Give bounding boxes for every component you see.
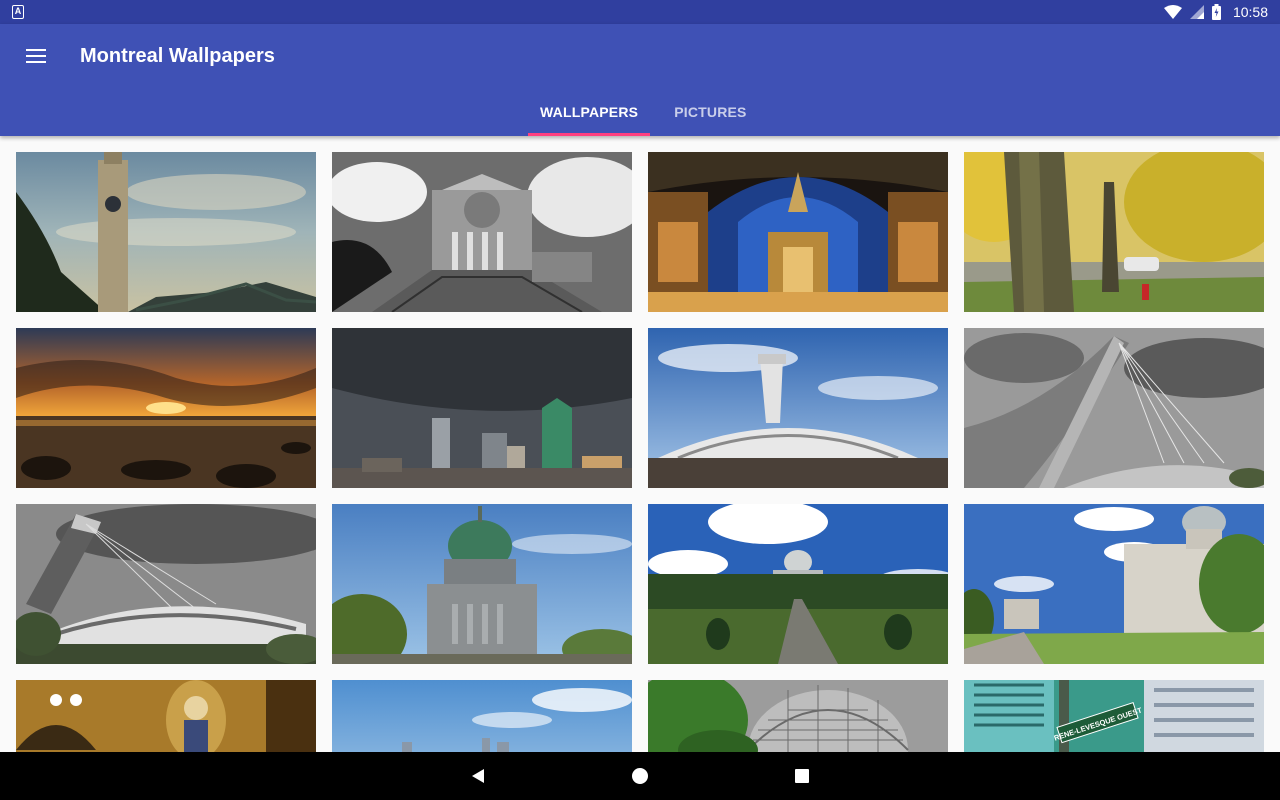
wallpaper-thumbnail[interactable] (16, 504, 316, 664)
wallpaper-image (648, 328, 948, 488)
status-bar: A 10:58 (0, 0, 1280, 24)
wallpaper-image (648, 504, 948, 664)
wallpaper-thumbnail[interactable] (648, 680, 948, 752)
wallpaper-image (16, 504, 316, 664)
tab-label: PICTURES (674, 104, 747, 120)
notification-app-icon: A (12, 5, 24, 19)
tab-pictures[interactable]: PICTURES (662, 88, 758, 136)
wallpaper-thumbnail[interactable] (332, 504, 632, 664)
menu-button[interactable] (16, 36, 56, 76)
back-button[interactable] (462, 760, 494, 792)
wifi-icon (1163, 5, 1182, 19)
wallpaper-image (16, 680, 316, 752)
wallpaper-image (648, 152, 948, 312)
wallpaper-image: RENE-LEVESQUE OUEST (964, 680, 1264, 752)
hamburger-menu-icon (26, 49, 46, 63)
wallpaper-thumbnail[interactable]: RENE-LEVESQUE OUEST (964, 680, 1264, 752)
wallpaper-image (332, 328, 632, 488)
tab-bar: WALLPAPERS PICTURES (528, 88, 759, 136)
wallpaper-image (332, 504, 632, 664)
app-bar: Montreal Wallpapers WALLPAPERS PICTURES (0, 24, 1280, 136)
wallpaper-grid: RENE-LEVESQUE OUEST (16, 152, 1264, 752)
wallpaper-image (16, 328, 316, 488)
tab-wallpapers[interactable]: WALLPAPERS (528, 88, 651, 136)
status-icons: 10:58 (1163, 0, 1268, 24)
wallpaper-thumbnail[interactable] (648, 328, 948, 488)
wallpaper-thumbnail[interactable] (964, 504, 1264, 664)
wallpaper-image (332, 680, 632, 752)
wallpaper-thumbnail[interactable] (964, 152, 1264, 312)
wallpaper-image (332, 152, 632, 312)
wallpaper-image (964, 328, 1264, 488)
wallpaper-thumbnail[interactable] (964, 328, 1264, 488)
wallpaper-image (964, 152, 1264, 312)
navigation-bar (0, 752, 1280, 800)
recents-icon (795, 769, 809, 783)
battery-icon (1211, 4, 1221, 20)
wallpaper-thumbnail[interactable] (648, 504, 948, 664)
wallpaper-image (16, 152, 316, 312)
wallpaper-thumbnail[interactable] (332, 680, 632, 752)
wallpaper-thumbnail[interactable] (16, 328, 316, 488)
wallpaper-thumbnail[interactable] (648, 152, 948, 312)
back-icon (472, 769, 484, 783)
home-button[interactable] (624, 760, 656, 792)
wallpaper-thumbnail[interactable] (332, 152, 632, 312)
recents-button[interactable] (786, 760, 818, 792)
wallpaper-thumbnail[interactable] (332, 328, 632, 488)
wallpaper-image (964, 504, 1264, 664)
wallpaper-image (648, 680, 948, 752)
wallpaper-thumbnail[interactable] (16, 152, 316, 312)
app-title: Montreal Wallpapers (80, 45, 275, 67)
status-time: 10:58 (1232, 4, 1268, 20)
tab-label: WALLPAPERS (540, 104, 639, 120)
home-icon (632, 768, 648, 784)
signal-icon (1189, 5, 1204, 19)
wallpaper-thumbnail[interactable] (16, 680, 316, 752)
